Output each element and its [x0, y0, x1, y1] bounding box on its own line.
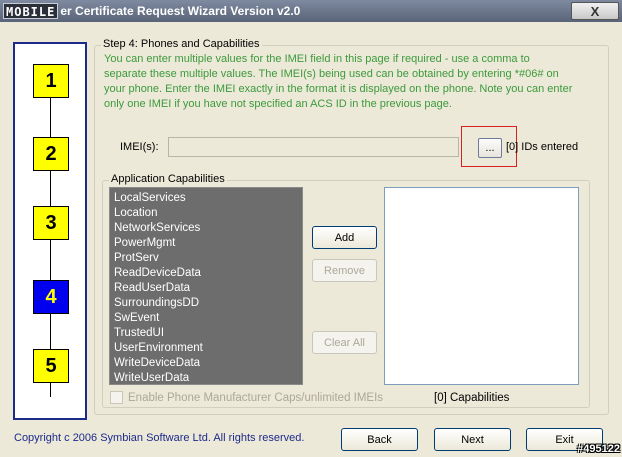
enable-manufacturer-caps-row[interactable]: Enable Phone Manufacturer Caps/unlimited…: [110, 391, 383, 404]
list-item[interactable]: WriteDeviceData: [110, 356, 302, 371]
instructions-text: You can enter multiple values for the IM…: [104, 53, 573, 110]
ids-entered-count: [0] IDs entered: [506, 141, 579, 153]
enable-manufacturer-caps-checkbox[interactable]: [110, 391, 123, 404]
clear-all-button[interactable]: Clear All: [312, 331, 377, 354]
app-logo: MOBILE: [3, 3, 59, 19]
list-item[interactable]: ReadUserData: [110, 281, 302, 296]
list-item[interactable]: SurroundingsDD: [110, 296, 302, 311]
wizard-steps-panel: 1 2 3 4 5: [13, 42, 87, 420]
close-icon: X: [590, 3, 600, 19]
close-button[interactable]: X: [571, 2, 619, 20]
list-item[interactable]: PowerMgmt: [110, 236, 302, 251]
capabilities-group-title: Application Capabilities: [109, 173, 227, 185]
step-2: 2: [33, 137, 69, 171]
list-item[interactable]: ReadDeviceData: [110, 266, 302, 281]
imei-label: IMEI(s):: [120, 141, 159, 153]
step-3: 3: [33, 206, 69, 240]
copyright-text: Copyright c 2006 Symbian Software Ltd. A…: [14, 432, 305, 444]
browse-imei-button[interactable]: ...: [478, 138, 502, 158]
capabilities-count: [0] Capabilities: [434, 392, 510, 404]
remove-capability-button[interactable]: Remove: [312, 259, 377, 282]
list-item[interactable]: SwEvent: [110, 311, 302, 326]
list-item[interactable]: WriteUserData: [110, 371, 302, 384]
add-capability-button[interactable]: Add: [312, 226, 377, 249]
back-button[interactable]: Back: [341, 428, 418, 451]
step-4-active: 4: [33, 280, 69, 314]
list-item[interactable]: ProtServ: [110, 251, 302, 266]
list-item[interactable]: UserEnvironment: [110, 341, 302, 356]
title-bar: MOBILE er Certificate Request Wizard Ver…: [0, 0, 622, 22]
step-group-title: Step 4: Phones and Capabilities: [101, 38, 262, 50]
available-capabilities-list[interactable]: LocalServices Location NetworkServices P…: [109, 187, 303, 385]
next-button[interactable]: Next: [434, 428, 511, 451]
step-1: 1: [33, 64, 69, 98]
enable-manufacturer-caps-label: Enable Phone Manufacturer Caps/unlimited…: [128, 391, 384, 404]
list-item[interactable]: TrustedUI: [110, 326, 302, 341]
list-item[interactable]: LocalServices: [110, 191, 302, 206]
window-title: er Certificate Request Wizard Version v2…: [60, 4, 301, 18]
step-5: 5: [33, 349, 69, 383]
selected-capabilities-list[interactable]: [384, 187, 579, 385]
watermark: #495122: [577, 443, 620, 455]
list-item[interactable]: Location: [110, 206, 302, 221]
imei-input[interactable]: [168, 137, 459, 157]
list-item[interactable]: NetworkServices: [110, 221, 302, 236]
